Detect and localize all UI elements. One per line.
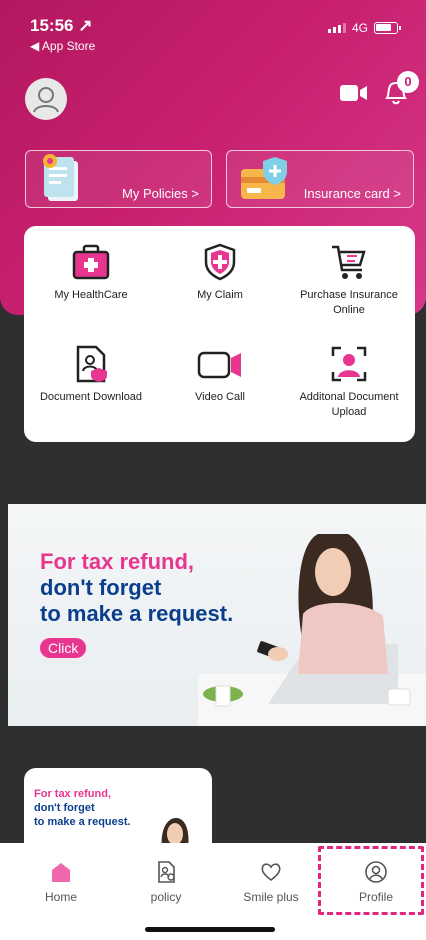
user-icon: [33, 87, 59, 113]
tile-label: My HealthCare: [54, 289, 128, 301]
heart-icon: [261, 863, 281, 882]
banner-line-1: For tax refund,: [40, 549, 195, 574]
tab-label: Home: [44, 890, 77, 904]
home-icon: [52, 863, 70, 882]
insurance-card-icon: [241, 157, 287, 199]
policy-document-icon: [158, 861, 175, 883]
video-call-button[interactable]: [340, 84, 368, 107]
video-camera-icon: [340, 85, 367, 101]
my-policies-label: My Policies >: [122, 186, 199, 201]
notification-badge: 0: [397, 71, 419, 93]
tile-additional-document-upload[interactable]: Additonal Document Upload: [284, 344, 414, 420]
banner-line-3: to make a request.: [40, 601, 234, 626]
tab-policy[interactable]: policy: [121, 843, 211, 904]
mini-banner-line-2: don't forget: [34, 802, 95, 814]
face-scan-icon: [331, 346, 367, 382]
tile-my-claim[interactable]: My Claim: [155, 242, 285, 303]
tab-home[interactable]: Home: [16, 843, 106, 904]
mini-banner-line-1: For tax refund,: [34, 788, 112, 800]
tile-label: Video Call: [195, 391, 245, 403]
tax-refund-banner[interactable]: For tax refund, don't forget to make a r…: [8, 504, 426, 726]
tile-document-download[interactable]: Document Download: [26, 344, 156, 405]
tile-label: My Claim: [197, 289, 243, 301]
profile-tab-highlight: [318, 846, 424, 915]
document-icon: [76, 345, 107, 383]
tile-my-healthcare[interactable]: My HealthCare: [26, 242, 156, 303]
insurance-card-card[interactable]: Insurance card >: [226, 150, 414, 208]
status-bar: 15:56 ↗ ◀ App Store 4G: [0, 0, 426, 60]
video-call-icon: [197, 351, 241, 379]
tax-refund-mini-banner[interactable]: For tax refund, don't forget to make a r…: [24, 768, 212, 848]
my-policies-card[interactable]: My Policies >: [25, 150, 212, 208]
tab-label: Smile plus: [243, 890, 299, 904]
mini-banner-line-3: to make a request.: [34, 816, 131, 828]
tile-video-call[interactable]: Video Call: [155, 344, 285, 405]
tab-label: policy: [150, 890, 182, 904]
tile-label: Purchase Insurance Online: [300, 289, 398, 316]
avatar[interactable]: [25, 78, 67, 120]
signal-bars-icon: [327, 23, 346, 33]
shield-cross-icon: [204, 243, 236, 281]
services-grid: My HealthCare My Claim Purchase Insuranc…: [24, 226, 415, 442]
network-label: 4G: [351, 21, 368, 35]
back-to-app-store[interactable]: ◀ App Store: [30, 39, 95, 53]
tile-purchase-insurance-online[interactable]: Purchase Insurance Online: [284, 242, 414, 318]
tab-smile-plus[interactable]: Smile plus: [226, 843, 316, 904]
policy-document-icon: [43, 154, 78, 201]
tile-label: Document Download: [39, 391, 143, 403]
shopping-cart-icon: [332, 245, 366, 279]
medical-kit-icon: [72, 244, 110, 280]
home-indicator: [145, 927, 275, 932]
banner-click-button[interactable]: Click: [40, 638, 87, 658]
banner-line-2: don't forget: [40, 575, 162, 600]
signal-indicator: 4G: [327, 21, 368, 35]
tile-label: Additonal Document Upload: [299, 391, 399, 418]
status-time: 15:56 ↗: [30, 16, 93, 35]
insurance-card-label: Insurance card >: [303, 186, 401, 201]
battery-icon: [374, 22, 401, 34]
